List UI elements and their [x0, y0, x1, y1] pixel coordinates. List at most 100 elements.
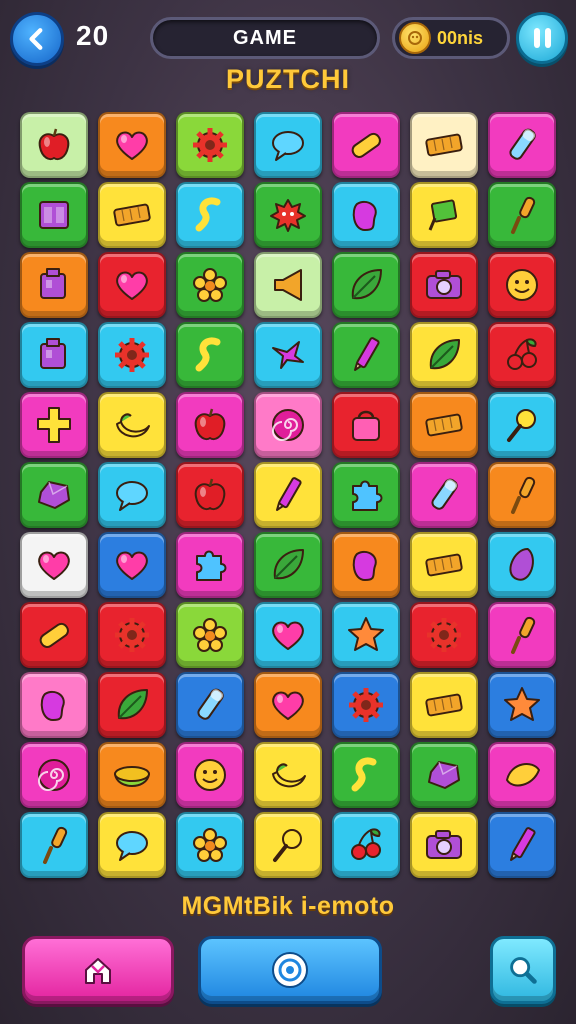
board-tile[interactable] [254, 532, 322, 598]
home-button[interactable] [22, 936, 174, 1004]
board-tile[interactable] [410, 322, 478, 388]
board-tile[interactable] [20, 532, 88, 598]
board-tile[interactable] [488, 392, 556, 458]
board-tile[interactable] [176, 392, 244, 458]
board-tile[interactable] [410, 462, 478, 528]
board-tile[interactable] [98, 252, 166, 318]
bar-icon [425, 413, 463, 437]
board-tile[interactable] [332, 392, 400, 458]
board-tile[interactable] [488, 602, 556, 668]
bag-icon [352, 410, 380, 441]
board-tile[interactable] [20, 322, 88, 388]
board-tile[interactable] [332, 742, 400, 808]
board-tile[interactable] [98, 322, 166, 388]
board-tile[interactable] [20, 742, 88, 808]
board-tile[interactable] [176, 252, 244, 318]
spiral-icon [38, 759, 70, 791]
heart-icon [38, 551, 70, 580]
board-tile[interactable] [488, 532, 556, 598]
search-button[interactable] [490, 936, 556, 1004]
pause-button[interactable] [516, 12, 568, 64]
board-tile[interactable] [176, 112, 244, 178]
board-tile[interactable] [20, 462, 88, 528]
board-tile[interactable] [98, 672, 166, 738]
board-tile[interactable] [254, 392, 322, 458]
board-tile[interactable] [98, 602, 166, 668]
board-tile[interactable] [410, 742, 478, 808]
level-subtitle: PUZTCHI [226, 64, 350, 94]
board-tile[interactable] [98, 462, 166, 528]
cross-icon [37, 407, 71, 443]
board-tile[interactable] [98, 182, 166, 248]
board-tile[interactable] [254, 672, 322, 738]
board-tile[interactable] [254, 742, 322, 808]
board-tile[interactable] [488, 112, 556, 178]
board-tile[interactable] [488, 182, 556, 248]
gear-icon [427, 618, 461, 652]
board-tile[interactable] [176, 602, 244, 668]
board-tile[interactable] [176, 322, 244, 388]
board-tile[interactable] [176, 532, 244, 598]
board-tile[interactable] [410, 672, 478, 738]
board-tile[interactable] [20, 182, 88, 248]
chevron-left-icon [29, 28, 43, 50]
board-tile[interactable] [20, 392, 88, 458]
board-tile[interactable] [98, 392, 166, 458]
board-tile[interactable] [488, 252, 556, 318]
board-tile[interactable] [332, 672, 400, 738]
board-tile[interactable] [254, 602, 322, 668]
board-tile[interactable] [176, 812, 244, 878]
board-tile[interactable] [20, 602, 88, 668]
cube-icon [40, 338, 66, 369]
board-tile[interactable] [488, 462, 556, 528]
target-icon [272, 952, 308, 988]
board-tile[interactable] [20, 252, 88, 318]
board-tile[interactable] [332, 112, 400, 178]
melon-icon [114, 766, 150, 787]
board-tile[interactable] [332, 182, 400, 248]
board-tile[interactable] [332, 462, 400, 528]
back-button[interactable] [10, 12, 64, 66]
board-tile[interactable] [488, 742, 556, 808]
board-tile[interactable] [254, 112, 322, 178]
board-tile[interactable] [410, 812, 478, 878]
hook-icon [195, 337, 221, 372]
board-tile[interactable] [332, 322, 400, 388]
board-tile[interactable] [410, 252, 478, 318]
apple-icon [194, 478, 226, 511]
board-tile[interactable] [332, 532, 400, 598]
board-tile[interactable] [410, 532, 478, 598]
board-tile[interactable] [410, 602, 478, 668]
board-tile[interactable] [176, 742, 244, 808]
board-tile[interactable] [410, 392, 478, 458]
board-tile[interactable] [98, 742, 166, 808]
board-tile[interactable] [332, 602, 400, 668]
board-tile[interactable] [254, 252, 322, 318]
gear-icon [115, 338, 149, 372]
board-tile[interactable] [176, 182, 244, 248]
board-tile[interactable] [488, 322, 556, 388]
board-tile[interactable] [254, 182, 322, 248]
hint-button[interactable] [198, 936, 382, 1004]
board-tile[interactable] [254, 812, 322, 878]
board-tile[interactable] [254, 462, 322, 528]
gem-icon [38, 481, 70, 509]
board-tile[interactable] [176, 462, 244, 528]
board-tile[interactable] [98, 812, 166, 878]
board-tile[interactable] [98, 532, 166, 598]
board-tile[interactable] [254, 322, 322, 388]
board-tile[interactable] [176, 672, 244, 738]
board-tile[interactable] [20, 112, 88, 178]
board-tile[interactable] [410, 112, 478, 178]
board-tile[interactable] [332, 812, 400, 878]
board-tile[interactable] [332, 252, 400, 318]
board-tile[interactable] [20, 672, 88, 738]
board-tile[interactable] [488, 812, 556, 878]
board-tile[interactable] [20, 812, 88, 878]
heart-icon [272, 691, 304, 720]
board-tile[interactable] [488, 672, 556, 738]
flower-icon [193, 828, 227, 862]
board-tile[interactable] [98, 112, 166, 178]
board-tile[interactable] [410, 182, 478, 248]
lollipop-icon [507, 409, 536, 442]
